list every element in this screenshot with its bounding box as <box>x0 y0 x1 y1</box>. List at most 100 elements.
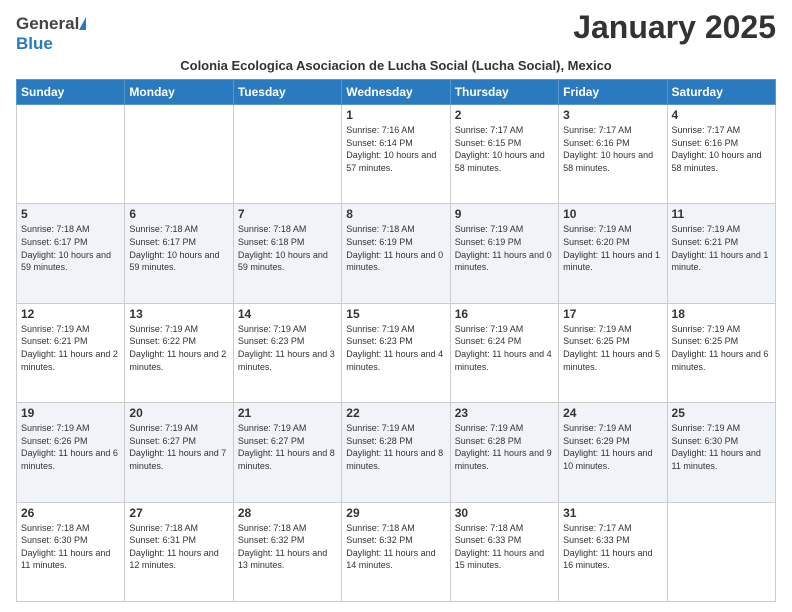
table-cell: 6 Sunrise: 7:18 AM Sunset: 6:17 PM Daylig… <box>125 204 233 303</box>
day-info: Sunrise: 7:18 AM Sunset: 6:32 PM Dayligh… <box>346 522 445 572</box>
table-cell: 13 Sunrise: 7:19 AM Sunset: 6:22 PM Dayli… <box>125 303 233 402</box>
day-number: 11 <box>672 207 771 221</box>
table-cell: 3Sunrise: 7:17 AM Sunset: 6:16 PM Daylig… <box>559 105 667 204</box>
day-number: 28 <box>238 506 337 520</box>
day-info: Sunrise: 7:19 AM Sunset: 6:26 PM Dayligh… <box>21 422 120 472</box>
logo-blue: Blue <box>16 34 53 54</box>
day-number: 22 <box>346 406 445 420</box>
day-info: Sunrise: 7:17 AM Sunset: 6:16 PM Dayligh… <box>672 124 771 174</box>
week-row-1: 1Sunrise: 7:16 AM Sunset: 6:14 PM Daylig… <box>17 105 776 204</box>
table-cell: 24 Sunrise: 7:19 AM Sunset: 6:29 PM Dayli… <box>559 403 667 502</box>
table-cell <box>17 105 125 204</box>
table-cell: 17Sunrise: 7:19 AM Sunset: 6:25 PM Dayli… <box>559 303 667 402</box>
header-wednesday: Wednesday <box>342 80 450 105</box>
table-cell: 27Sunrise: 7:18 AM Sunset: 6:31 PM Dayli… <box>125 502 233 601</box>
table-cell: 23 Sunrise: 7:19 AM Sunset: 6:28 PM Dayli… <box>450 403 558 502</box>
day-number: 8 <box>346 207 445 221</box>
day-number: 10 <box>563 207 662 221</box>
day-number: 31 <box>563 506 662 520</box>
day-number: 12 <box>21 307 120 321</box>
header-thursday: Thursday <box>450 80 558 105</box>
day-info: Sunrise: 7:19 AM Sunset: 6:22 PM Dayligh… <box>129 323 228 373</box>
day-number: 7 <box>238 207 337 221</box>
table-cell: 4 Sunrise: 7:17 AM Sunset: 6:16 PM Daylig… <box>667 105 775 204</box>
table-cell: 26 Sunrise: 7:18 AM Sunset: 6:30 PM Dayli… <box>17 502 125 601</box>
day-number: 27 <box>129 506 228 520</box>
day-info: Sunrise: 7:19 AM Sunset: 6:28 PM Dayligh… <box>455 422 554 472</box>
logo-general: General <box>16 14 79 34</box>
table-cell: 14Sunrise: 7:19 AM Sunset: 6:23 PM Dayli… <box>233 303 341 402</box>
header-sunday: Sunday <box>17 80 125 105</box>
table-cell: 30 Sunrise: 7:18 AM Sunset: 6:33 PM Dayli… <box>450 502 558 601</box>
calendar-table: Sunday Monday Tuesday Wednesday Thursday… <box>16 79 776 602</box>
table-cell: 8 Sunrise: 7:18 AM Sunset: 6:19 PM Daylig… <box>342 204 450 303</box>
table-cell: 2 Sunrise: 7:17 AM Sunset: 6:15 PM Daylig… <box>450 105 558 204</box>
logo: General Blue <box>16 14 86 54</box>
day-number: 20 <box>129 406 228 420</box>
table-cell: 25 Sunrise: 7:19 AM Sunset: 6:30 PM Dayli… <box>667 403 775 502</box>
table-cell: 29 Sunrise: 7:18 AM Sunset: 6:32 PM Dayli… <box>342 502 450 601</box>
table-cell: 10 Sunrise: 7:19 AM Sunset: 6:20 PM Dayli… <box>559 204 667 303</box>
day-info: Sunrise: 7:19 AM Sunset: 6:19 PM Dayligh… <box>455 223 554 273</box>
day-info: Sunrise: 7:19 AM Sunset: 6:28 PM Dayligh… <box>346 422 445 472</box>
day-number: 21 <box>238 406 337 420</box>
day-number: 23 <box>455 406 554 420</box>
day-number: 16 <box>455 307 554 321</box>
header: General Blue January 2025 <box>16 10 776 54</box>
day-info: Sunrise: 7:19 AM Sunset: 6:27 PM Dayligh… <box>238 422 337 472</box>
table-cell: 7 Sunrise: 7:18 AM Sunset: 6:18 PM Daylig… <box>233 204 341 303</box>
day-info: Sunrise: 7:18 AM Sunset: 6:17 PM Dayligh… <box>129 223 228 273</box>
table-cell: 1Sunrise: 7:16 AM Sunset: 6:14 PM Daylig… <box>342 105 450 204</box>
day-info: Sunrise: 7:19 AM Sunset: 6:21 PM Dayligh… <box>672 223 771 273</box>
day-info: Sunrise: 7:16 AM Sunset: 6:14 PM Dayligh… <box>346 124 445 174</box>
table-cell <box>233 105 341 204</box>
day-info: Sunrise: 7:19 AM Sunset: 6:20 PM Dayligh… <box>563 223 662 273</box>
day-number: 13 <box>129 307 228 321</box>
header-tuesday: Tuesday <box>233 80 341 105</box>
day-info: Sunrise: 7:19 AM Sunset: 6:23 PM Dayligh… <box>346 323 445 373</box>
day-info: Sunrise: 7:17 AM Sunset: 6:16 PM Dayligh… <box>563 124 662 174</box>
day-number: 9 <box>455 207 554 221</box>
day-info: Sunrise: 7:19 AM Sunset: 6:27 PM Dayligh… <box>129 422 228 472</box>
day-info: Sunrise: 7:17 AM Sunset: 6:33 PM Dayligh… <box>563 522 662 572</box>
table-cell: 15 Sunrise: 7:19 AM Sunset: 6:23 PM Dayli… <box>342 303 450 402</box>
page: General Blue January 2025 Colonia Ecolog… <box>0 0 792 612</box>
day-info: Sunrise: 7:18 AM Sunset: 6:19 PM Dayligh… <box>346 223 445 273</box>
day-info: Sunrise: 7:19 AM Sunset: 6:30 PM Dayligh… <box>672 422 771 472</box>
subtitle: Colonia Ecologica Asociacion de Lucha So… <box>16 58 776 73</box>
day-number: 18 <box>672 307 771 321</box>
day-number: 26 <box>21 506 120 520</box>
day-info: Sunrise: 7:18 AM Sunset: 6:33 PM Dayligh… <box>455 522 554 572</box>
day-number: 24 <box>563 406 662 420</box>
day-number: 19 <box>21 406 120 420</box>
day-info: Sunrise: 7:19 AM Sunset: 6:25 PM Dayligh… <box>672 323 771 373</box>
table-cell: 22 Sunrise: 7:19 AM Sunset: 6:28 PM Dayli… <box>342 403 450 502</box>
table-cell: 21 Sunrise: 7:19 AM Sunset: 6:27 PM Dayli… <box>233 403 341 502</box>
day-info: Sunrise: 7:17 AM Sunset: 6:15 PM Dayligh… <box>455 124 554 174</box>
day-number: 29 <box>346 506 445 520</box>
day-info: Sunrise: 7:18 AM Sunset: 6:30 PM Dayligh… <box>21 522 120 572</box>
logo-triangle-icon <box>79 17 86 30</box>
table-cell: 31 Sunrise: 7:17 AM Sunset: 6:33 PM Dayli… <box>559 502 667 601</box>
table-cell: 11 Sunrise: 7:19 AM Sunset: 6:21 PM Dayli… <box>667 204 775 303</box>
week-row-5: 26 Sunrise: 7:18 AM Sunset: 6:30 PM Dayli… <box>17 502 776 601</box>
week-row-3: 12Sunrise: 7:19 AM Sunset: 6:21 PM Dayli… <box>17 303 776 402</box>
day-info: Sunrise: 7:18 AM Sunset: 6:17 PM Dayligh… <box>21 223 120 273</box>
day-number: 14 <box>238 307 337 321</box>
table-cell: 9 Sunrise: 7:19 AM Sunset: 6:19 PM Daylig… <box>450 204 558 303</box>
day-number: 4 <box>672 108 771 122</box>
header-friday: Friday <box>559 80 667 105</box>
day-info: Sunrise: 7:18 AM Sunset: 6:18 PM Dayligh… <box>238 223 337 273</box>
day-number: 25 <box>672 406 771 420</box>
day-number: 2 <box>455 108 554 122</box>
table-cell: 18 Sunrise: 7:19 AM Sunset: 6:25 PM Dayli… <box>667 303 775 402</box>
day-number: 6 <box>129 207 228 221</box>
week-row-4: 19 Sunrise: 7:19 AM Sunset: 6:26 PM Dayli… <box>17 403 776 502</box>
week-row-2: 5 Sunrise: 7:18 AM Sunset: 6:17 PM Daylig… <box>17 204 776 303</box>
day-info: Sunrise: 7:19 AM Sunset: 6:29 PM Dayligh… <box>563 422 662 472</box>
day-number: 30 <box>455 506 554 520</box>
day-number: 5 <box>21 207 120 221</box>
table-cell <box>125 105 233 204</box>
table-cell: 16Sunrise: 7:19 AM Sunset: 6:24 PM Dayli… <box>450 303 558 402</box>
day-number: 15 <box>346 307 445 321</box>
